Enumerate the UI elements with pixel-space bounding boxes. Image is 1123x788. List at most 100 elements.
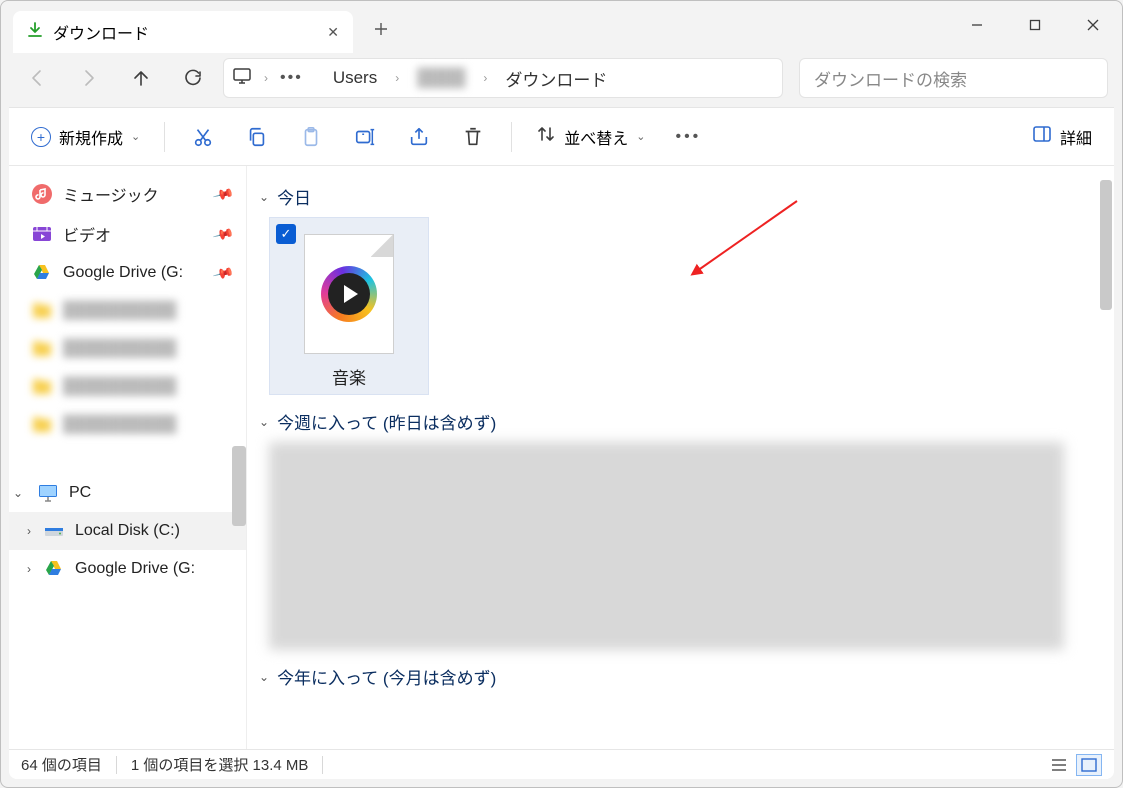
sidebar: ミュージック 📌 ビデオ 📌 Google Drive (G: 📌 ██████…	[9, 166, 247, 749]
breadcrumb-downloads[interactable]: ダウンロード	[499, 64, 613, 93]
back-button[interactable]	[15, 56, 59, 100]
search-input[interactable]: ダウンロードの検索	[799, 58, 1108, 98]
copy-button[interactable]	[233, 117, 281, 157]
main-scrollbar[interactable]	[1100, 180, 1112, 310]
sidebar-item-label: Google Drive (G:	[75, 560, 195, 578]
new-tab-button[interactable]	[361, 9, 401, 49]
sidebar-item-folder[interactable]: ██████████	[9, 368, 246, 406]
list-view-button[interactable]	[1046, 754, 1072, 776]
delete-button[interactable]	[449, 117, 497, 157]
monitor-icon	[232, 66, 252, 91]
chevron-down-icon: ⌄	[259, 190, 269, 204]
music-icon	[31, 183, 53, 205]
chevron-down-icon: ⌄	[131, 130, 140, 143]
details-label: 詳細	[1060, 125, 1092, 149]
plus-circle-icon: +	[31, 127, 51, 147]
tiles-view-button[interactable]	[1076, 754, 1102, 776]
file-thumbnail	[304, 234, 394, 354]
file-item-music[interactable]: ✓ 音楽	[269, 217, 429, 395]
sidebar-item-gdrive[interactable]: Google Drive (G: 📌	[9, 254, 246, 292]
sort-label: 並べ替え	[564, 125, 628, 149]
chevron-right-icon: ›	[27, 524, 31, 538]
chevron-right-icon: ›	[389, 71, 405, 85]
group-label: 今日	[277, 184, 311, 209]
more-button[interactable]: •••	[661, 128, 715, 146]
chevron-down-icon: ⌄	[636, 130, 645, 143]
titlebar: ダウンロード ✕	[1, 1, 1122, 49]
sidebar-item-folder[interactable]: ██████████	[9, 330, 246, 368]
item-count: 64 個の項目	[21, 754, 102, 775]
cut-button[interactable]	[179, 117, 227, 157]
rename-button[interactable]	[341, 117, 389, 157]
sidebar-item-label: PC	[69, 484, 91, 502]
sidebar-item-music[interactable]: ミュージック 📌	[9, 174, 246, 214]
sidebar-item-label: ミュージック	[63, 182, 159, 206]
close-tab-icon[interactable]: ✕	[327, 24, 339, 41]
close-button[interactable]	[1064, 1, 1122, 49]
toolbar-separator	[511, 122, 512, 152]
gdrive-icon	[31, 262, 53, 284]
maximize-button[interactable]	[1006, 1, 1064, 49]
sort-button[interactable]: 並べ替え ⌄	[526, 124, 655, 149]
file-name: 音楽	[332, 364, 366, 389]
content-body: + 新規作成 ⌄ 並べ替え ⌄ ••• 詳細 ミュージック	[9, 107, 1114, 779]
sidebar-item-video[interactable]: ビデオ 📌	[9, 214, 246, 254]
tab-downloads[interactable]: ダウンロード ✕	[13, 11, 353, 53]
breadcrumb-users[interactable]: Users	[327, 66, 383, 90]
details-button[interactable]: 詳細	[1022, 124, 1102, 149]
group-header-this-week[interactable]: ⌄ 今週に入って (昨日は含めず)	[259, 409, 1094, 434]
sidebar-item-pc[interactable]: ⌄ PC	[9, 474, 246, 512]
sidebar-item-label: Local Disk (C:)	[75, 522, 180, 540]
status-separator	[322, 756, 323, 774]
blurred-content	[269, 442, 1064, 650]
pin-icon: 📌	[211, 182, 235, 205]
folder-icon	[31, 376, 53, 398]
chevron-right-icon: ›	[477, 71, 493, 85]
sort-icon	[536, 124, 556, 149]
tabs-area: ダウンロード ✕	[1, 1, 948, 49]
new-button[interactable]: + 新規作成 ⌄	[21, 119, 150, 155]
sidebar-item-gdrive-volume[interactable]: › Google Drive (G:	[9, 550, 246, 588]
ellipsis-icon[interactable]: •••	[280, 69, 303, 87]
sidebar-item-local-disk[interactable]: › Local Disk (C:)	[9, 512, 246, 550]
nav-row: › ••• Users › ████ › ダウンロード ダウンロードの検索	[1, 49, 1122, 107]
sidebar-item-label: Google Drive (G:	[63, 264, 183, 282]
chevron-down-icon: ⌄	[13, 486, 23, 500]
download-icon	[27, 22, 43, 43]
group-header-this-year[interactable]: ⌄ 今年に入って (今月は含めず)	[259, 664, 1094, 689]
drive-icon	[43, 520, 65, 542]
toolbar: + 新規作成 ⌄ 並べ替え ⌄ ••• 詳細	[9, 108, 1114, 166]
paste-button[interactable]	[287, 117, 335, 157]
minimize-button[interactable]	[948, 1, 1006, 49]
window-controls	[948, 1, 1122, 49]
sidebar-item-folder[interactable]: ██████████	[9, 292, 246, 330]
toolbar-separator	[164, 122, 165, 152]
chevron-down-icon: ⌄	[259, 670, 269, 684]
panel-icon	[1032, 124, 1052, 149]
chevron-down-icon: ⌄	[259, 415, 269, 429]
monitor-icon	[37, 482, 59, 504]
refresh-button[interactable]	[171, 56, 215, 100]
address-bar[interactable]: › ••• Users › ████ › ダウンロード	[223, 58, 783, 98]
new-label: 新規作成	[59, 125, 123, 149]
breadcrumb-user[interactable]: ████	[411, 66, 471, 90]
status-separator	[116, 756, 117, 774]
up-button[interactable]	[119, 56, 163, 100]
group-label: 今週に入って (昨日は含めず)	[277, 409, 496, 434]
search-placeholder: ダウンロードの検索	[814, 66, 967, 91]
sidebar-item-folder[interactable]: ██████████	[9, 406, 246, 444]
split-pane: ミュージック 📌 ビデオ 📌 Google Drive (G: 📌 ██████…	[9, 166, 1114, 749]
forward-button[interactable]	[67, 56, 111, 100]
tab-title: ダウンロード	[53, 20, 149, 44]
share-button[interactable]	[395, 117, 443, 157]
group-label: 今年に入って (今月は含めず)	[277, 664, 496, 689]
folder-icon	[31, 300, 53, 322]
sidebar-item-label: ビデオ	[63, 222, 111, 246]
video-icon	[31, 223, 53, 245]
checkbox-checked-icon[interactable]: ✓	[276, 224, 296, 244]
status-bar: 64 個の項目 1 個の項目を選択 13.4 MB	[9, 749, 1114, 779]
group-header-today[interactable]: ⌄ 今日	[259, 184, 1094, 209]
sidebar-scrollbar[interactable]	[232, 446, 246, 526]
selection-info: 1 個の項目を選択 13.4 MB	[131, 754, 309, 775]
pin-icon: 📌	[211, 261, 235, 284]
